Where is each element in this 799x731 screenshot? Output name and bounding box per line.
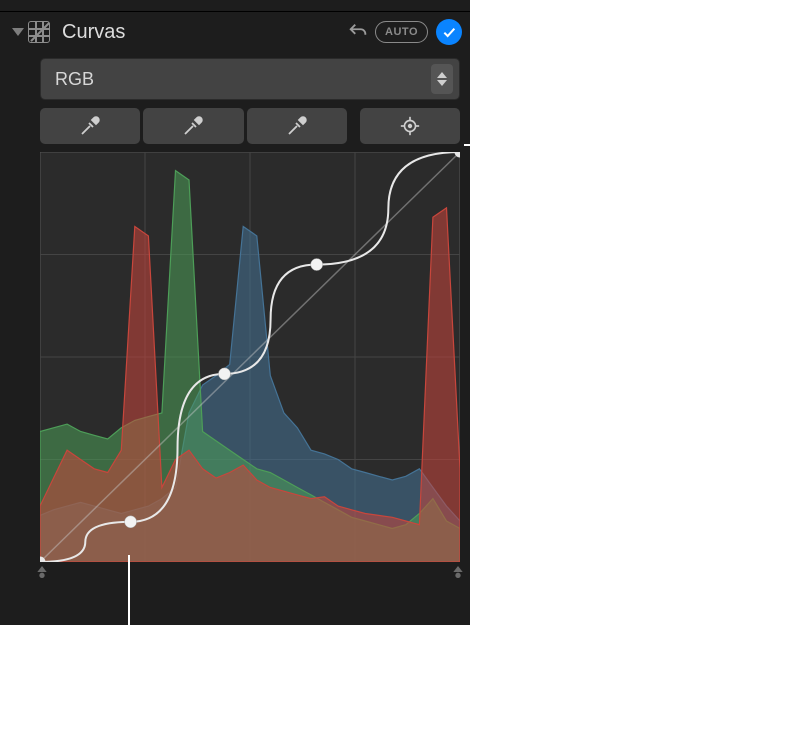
whitepoint-eyedropper-button[interactable] (247, 108, 347, 144)
white-clip-handle[interactable] (450, 564, 466, 580)
curves-chart[interactable] (40, 152, 460, 562)
undo-icon[interactable] (347, 21, 369, 43)
select-stepper-icon (431, 64, 453, 94)
disclosure-triangle-icon[interactable] (12, 28, 24, 36)
callout-line (464, 144, 528, 146)
add-point-target-button[interactable] (360, 108, 460, 144)
auto-button[interactable]: AUTO (375, 21, 428, 43)
callout-line (128, 555, 130, 681)
panel-title: Curvas (62, 21, 347, 44)
eyedropper-toolbar (40, 108, 460, 144)
graypoint-eyedropper-button[interactable] (143, 108, 243, 144)
blackpoint-eyedropper-button[interactable] (40, 108, 140, 144)
curves-icon (28, 21, 50, 43)
enabled-checkmark[interactable] (436, 19, 462, 45)
channel-select-value: RGB (55, 69, 431, 90)
channel-select[interactable]: RGB (40, 58, 460, 100)
black-clip-handle[interactable] (34, 564, 50, 580)
curves-header: Curvas AUTO (0, 12, 470, 52)
